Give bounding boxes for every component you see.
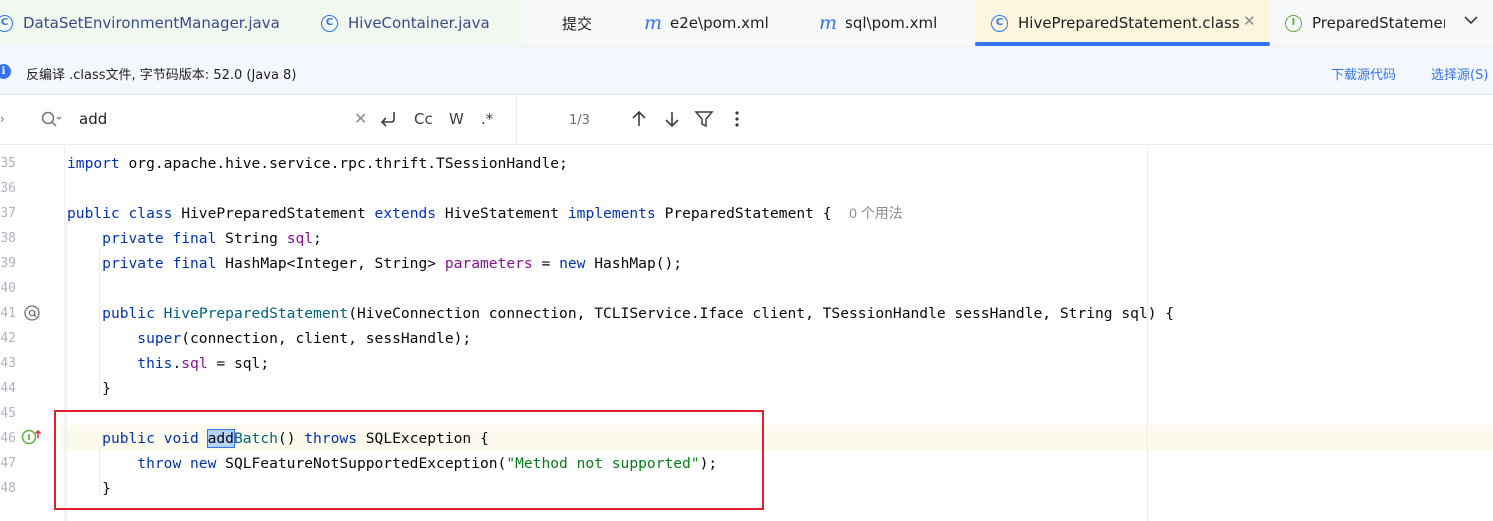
- interface-icon: I: [1285, 14, 1302, 32]
- keyword: extends: [374, 205, 437, 222]
- code-line-41: public HivePreparedStatement(HiveConnect…: [102, 305, 1175, 322]
- class-icon: C: [991, 14, 1008, 32]
- keyword: public: [102, 305, 155, 322]
- code-line-39: private final HashMap<Integer, String> p…: [102, 255, 683, 272]
- tab-datasetenvironmentmanager[interactable]: C DataSetEnvironmentManager.java: [0, 0, 300, 46]
- usages-hint[interactable]: 0 个用法: [849, 205, 903, 221]
- right-margin-guide: [1147, 146, 1148, 521]
- line-number: 35: [0, 156, 16, 171]
- tab-label: PreparedStatement: [1312, 14, 1445, 32]
- line-number: 36: [0, 181, 16, 196]
- active-tab-indicator: [975, 42, 1270, 46]
- tab-e2e-pom[interactable]: m e2e\pom.xml: [621, 0, 796, 46]
- keyword: public class: [67, 205, 173, 222]
- line-number: 42: [0, 331, 16, 346]
- line-number: 41: [0, 306, 16, 321]
- line-number: 47: [0, 456, 16, 471]
- field-sql: sql: [286, 230, 314, 247]
- keyword: super: [137, 330, 182, 347]
- download-sources-link[interactable]: 下载源代码: [1331, 64, 1396, 83]
- tab-hivecontainer[interactable]: C HiveContainer.java: [300, 0, 521, 46]
- tab-label: HivePreparedStatement.class: [1018, 14, 1240, 32]
- line-number: 40: [0, 281, 16, 296]
- implements-method-icon[interactable]: [21, 428, 43, 446]
- code-line-35: import org.apache.hive.service.rpc.thrif…: [67, 151, 568, 176]
- tab-preparedstatement[interactable]: I PreparedStatement: [1270, 0, 1445, 46]
- line-number: 37: [0, 206, 16, 221]
- tab-label: e2e\pom.xml: [670, 14, 769, 32]
- arrow-up-icon[interactable]: [628, 108, 650, 130]
- line-number: 39: [0, 256, 16, 271]
- search-icon[interactable]: [40, 110, 62, 130]
- whole-words-toggle[interactable]: W: [449, 110, 464, 128]
- info-text: 反编译 .class文件, 字节码版本: 52.0 (Java 8): [26, 68, 297, 83]
- match-case-toggle[interactable]: Cc: [414, 110, 433, 128]
- line-number: 48: [0, 481, 16, 496]
- at-sign-icon[interactable]: [23, 304, 41, 322]
- keyword: import: [67, 155, 120, 172]
- filter-icon[interactable]: [693, 108, 715, 130]
- regex-toggle[interactable]: .*: [481, 110, 493, 128]
- tab-label: DataSetEnvironmentManager.java: [23, 14, 280, 32]
- maven-icon: m: [644, 12, 663, 34]
- choose-sources-link[interactable]: 选择源(S): [1431, 64, 1488, 83]
- tab-commit[interactable]: 提交: [521, 0, 621, 46]
- line-number: 44: [0, 381, 16, 396]
- keyword: private final: [102, 230, 217, 247]
- keyword: this: [137, 355, 173, 372]
- code-line-38: private final String sql;: [102, 230, 322, 247]
- close-tab-icon[interactable]: ✕: [1243, 12, 1256, 30]
- maven-icon: m: [819, 12, 838, 34]
- code-editor[interactable]: 35 36 37 38 39 40 41 42 43 44 45 46 47 4…: [0, 146, 1493, 521]
- search-input[interactable]: add: [79, 110, 107, 128]
- keyword: private final: [102, 255, 217, 272]
- clear-search-icon[interactable]: ✕: [354, 109, 367, 128]
- tab-hivepreparedstatement[interactable]: C HivePreparedStatement.class: [975, 0, 1270, 46]
- tab-label: HiveContainer.java: [348, 14, 490, 32]
- class-icon: C: [0, 14, 13, 32]
- class-name: HivePreparedStatement: [181, 205, 366, 222]
- field-sql: sql: [181, 355, 208, 372]
- more-options-icon[interactable]: [726, 108, 748, 130]
- tab-sql-pom[interactable]: m sql\pom.xml: [796, 0, 975, 46]
- tab-label: 提交: [562, 14, 593, 33]
- annotation-highlight-box: [54, 410, 764, 510]
- match-counter: 1/3: [569, 113, 590, 128]
- constructor-name: HivePreparedStatement: [163, 305, 349, 322]
- chevron-down-icon[interactable]: [1461, 10, 1481, 30]
- new-line-icon[interactable]: [378, 107, 400, 129]
- line-number: 45: [0, 406, 16, 421]
- code-line-43: this.sql = sql;: [137, 355, 270, 372]
- chevron-right-icon[interactable]: ›: [0, 112, 5, 126]
- editor-tab-bar: C DataSetEnvironmentManager.java C HiveC…: [0, 0, 1493, 47]
- code-line-44: }: [67, 380, 111, 397]
- interface-name: PreparedStatement: [664, 205, 814, 222]
- superclass: HiveStatement: [444, 205, 560, 222]
- keyword: new: [559, 255, 586, 272]
- search-divider: [516, 96, 517, 145]
- code-line-42: super(connection, client, sessHandle);: [137, 330, 472, 347]
- import-path: org.apache.hive.service.rpc.thrift.TSess…: [128, 155, 568, 172]
- tab-label: sql\pom.xml: [845, 14, 938, 32]
- code-line-37: public class HivePreparedStatement exten…: [67, 205, 903, 222]
- find-bar: › add ✕ Cc W .* 1/3: [0, 96, 1493, 145]
- decompiled-info-banner: i 反编译 .class文件, 字节码版本: 52.0 (Java 8) 下载源…: [0, 47, 1493, 95]
- class-icon: C: [321, 14, 338, 32]
- line-number: 43: [0, 356, 16, 371]
- keyword: implements: [567, 205, 656, 222]
- field-parameters: parameters: [444, 255, 533, 272]
- line-number: 46: [0, 431, 16, 446]
- line-number: 38: [0, 231, 16, 246]
- info-icon: i: [0, 64, 11, 79]
- arrow-down-icon[interactable]: [661, 108, 683, 130]
